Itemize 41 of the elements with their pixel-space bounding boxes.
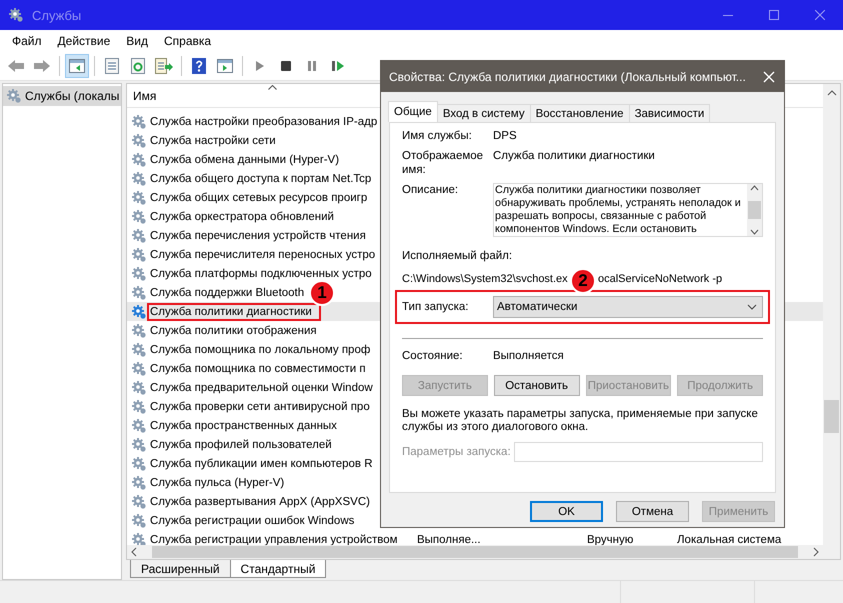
service-name: Служба помощника по локальному проф xyxy=(150,344,370,356)
service-name: Служба поддержки Bluetooth xyxy=(150,286,304,298)
startup-cell-text: Вручную xyxy=(587,534,634,545)
service-name: Служба проверки сети антивирусной про xyxy=(150,400,370,412)
executable-path: C:\Windows\System32\svchost.ex xyxy=(402,272,569,286)
logon-cell-text: Локальная система xyxy=(677,534,782,545)
status-cell-text: Выполняе... xyxy=(417,534,482,545)
service-name: Служба политики диагностики xyxy=(150,306,318,318)
service-name: Служба платформы подключенных устро xyxy=(150,268,372,280)
service-name: Служба настройки преобразования IP-адр xyxy=(150,116,378,128)
field-label: Состояние: xyxy=(402,349,464,363)
service-name: Служба общего доступа к портам Net.Tcp xyxy=(150,172,372,184)
display-name-value: Служба политики диагностики xyxy=(493,149,656,163)
service-name-value: DPS xyxy=(493,129,518,143)
dialog-title: Свойства: Служба политики диагностики (Локальный компьют... xyxy=(389,70,746,84)
service-name: Служба пространственных данных xyxy=(150,420,337,432)
window-title: Службы xyxy=(32,8,82,22)
service-name: Служба регистрации ошибок Windows xyxy=(150,514,354,526)
service-name: Служба политики отображения xyxy=(150,324,317,336)
service-name: Служба перечислителя переносных устро xyxy=(150,248,376,260)
field-label: Параметры запуска: xyxy=(402,446,511,458)
service-name: Служба профилей пользователей xyxy=(150,438,332,450)
service-name: Служба общих сетевых ресурсов проигр xyxy=(150,192,368,204)
service-name: Служба предварительной оценки Window xyxy=(150,382,373,394)
field-label: Исполняемый файл: xyxy=(402,249,514,263)
service-name: Служба пульса (Hyper-V) xyxy=(150,476,284,488)
service-name: Служба развертывания AppX (AppXSVC) xyxy=(150,496,370,508)
service-name: Служба оркестратора обновлений xyxy=(150,210,334,222)
field-label: Тип запуска: xyxy=(402,300,470,314)
service-name: Служба настройки сети xyxy=(150,134,276,146)
executable-path: ocalServiceNoNetwork -p xyxy=(598,272,724,286)
field-label: Описание: xyxy=(402,183,460,197)
parameters-hint: Вы можете указать параметры запуска, применяемые при запуске службы из этого диалогового окна. xyxy=(402,408,759,434)
service-name: Служба обмена данными (Hyper-V) xyxy=(150,154,340,166)
field-label: Отображаемое имя: xyxy=(402,149,484,177)
service-name: Служба помощника по совместимости п xyxy=(150,362,366,374)
service-name: Служба регистрации управления устройством xyxy=(150,534,398,545)
service-state-value: Выполняется xyxy=(493,349,565,363)
service-name: Служба перечисления устройств чтения xyxy=(150,230,366,242)
field-label: Имя службы: xyxy=(402,129,473,143)
service-name: Служба публикации имен компьютеров R xyxy=(150,458,373,470)
